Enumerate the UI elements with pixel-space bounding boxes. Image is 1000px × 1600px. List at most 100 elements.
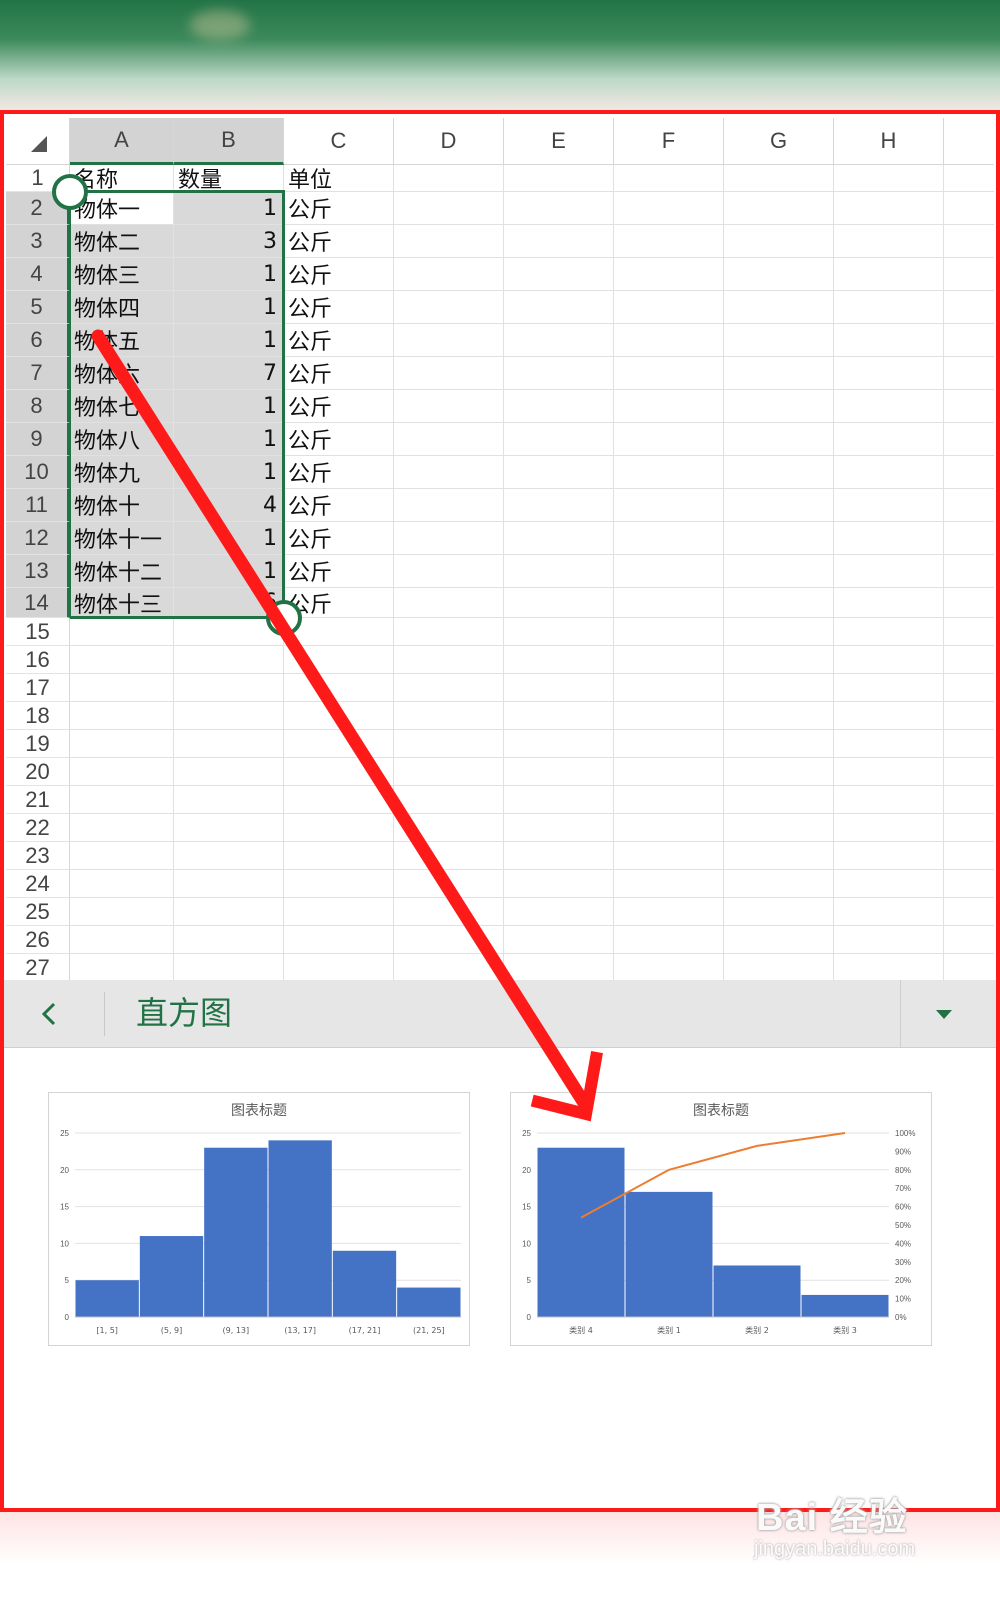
cell-g17[interactable] (724, 674, 834, 702)
cell-e21[interactable] (504, 786, 614, 814)
cell-e16[interactable] (504, 646, 614, 674)
cell-g16[interactable] (724, 646, 834, 674)
cell-e20[interactable] (504, 758, 614, 786)
cell-g3[interactable] (724, 225, 834, 258)
column-header-a[interactable]: A (70, 118, 174, 165)
cell-g22[interactable] (724, 814, 834, 842)
cell-a23[interactable] (70, 842, 174, 870)
cell-i15[interactable] (944, 618, 994, 646)
cell-b16[interactable] (174, 646, 284, 674)
cell-c11[interactable]: 公斤 (284, 489, 394, 522)
cell-d22[interactable] (394, 814, 504, 842)
cell-a19[interactable] (70, 730, 174, 758)
cell-d14[interactable] (394, 588, 504, 618)
cell-i17[interactable] (944, 674, 994, 702)
cell-i20[interactable] (944, 758, 994, 786)
pareto-chart-option[interactable]: 图表标题 0 5 10 15 20 25 类别 4 类别 1 类别 2 类别 3 0% 10% 20% 30… (510, 1092, 932, 1346)
cell-e13[interactable] (504, 555, 614, 588)
row-header-23[interactable]: 23 (6, 842, 70, 870)
select-all-corner[interactable] (6, 118, 70, 165)
cell-i11[interactable] (944, 489, 994, 522)
cell-i2[interactable] (944, 192, 994, 225)
cell-b21[interactable] (174, 786, 284, 814)
cell-g18[interactable] (724, 702, 834, 730)
cell-g15[interactable] (724, 618, 834, 646)
cell-h9[interactable] (834, 423, 944, 456)
cell-b3[interactable]: 3 (174, 225, 284, 258)
cell-d19[interactable] (394, 730, 504, 758)
row-header-10[interactable]: 10 (6, 456, 70, 489)
column-header-b[interactable]: B (174, 118, 284, 165)
cell-f21[interactable] (614, 786, 724, 814)
cell-g20[interactable] (724, 758, 834, 786)
cell-a15[interactable] (70, 618, 174, 646)
cell-d7[interactable] (394, 357, 504, 390)
cell-d26[interactable] (394, 926, 504, 954)
cell-c24[interactable] (284, 870, 394, 898)
cell-g24[interactable] (724, 870, 834, 898)
cell-i10[interactable] (944, 456, 994, 489)
cell-e19[interactable] (504, 730, 614, 758)
cell-e26[interactable] (504, 926, 614, 954)
cell-d18[interactable] (394, 702, 504, 730)
cell-e18[interactable] (504, 702, 614, 730)
cell-h23[interactable] (834, 842, 944, 870)
cell-a22[interactable] (70, 814, 174, 842)
cell-g5[interactable] (724, 291, 834, 324)
cell-f22[interactable] (614, 814, 724, 842)
cell-h20[interactable] (834, 758, 944, 786)
cell-c1[interactable]: 单位 (284, 165, 394, 192)
cell-f13[interactable] (614, 555, 724, 588)
cell-g12[interactable] (724, 522, 834, 555)
cell-f2[interactable] (614, 192, 724, 225)
cell-a8[interactable]: 物体七 (70, 390, 174, 423)
cell-i21[interactable] (944, 786, 994, 814)
cell-a18[interactable] (70, 702, 174, 730)
cell-g1[interactable] (724, 165, 834, 192)
cell-h7[interactable] (834, 357, 944, 390)
cell-d3[interactable] (394, 225, 504, 258)
cell-b22[interactable] (174, 814, 284, 842)
cell-e10[interactable] (504, 456, 614, 489)
row-header-15[interactable]: 15 (6, 618, 70, 646)
cell-f6[interactable] (614, 324, 724, 357)
cell-e24[interactable] (504, 870, 614, 898)
cell-e15[interactable] (504, 618, 614, 646)
cell-e1[interactable] (504, 165, 614, 192)
cell-d12[interactable] (394, 522, 504, 555)
cell-f16[interactable] (614, 646, 724, 674)
cell-e22[interactable] (504, 814, 614, 842)
cell-b19[interactable] (174, 730, 284, 758)
cell-a7[interactable]: 物体六 (70, 357, 174, 390)
row-header-12[interactable]: 12 (6, 522, 70, 555)
cell-a14[interactable]: 物体十三 (70, 588, 174, 618)
cell-c2[interactable]: 公斤 (284, 192, 394, 225)
cell-c10[interactable]: 公斤 (284, 456, 394, 489)
cell-c12[interactable]: 公斤 (284, 522, 394, 555)
cell-f14[interactable] (614, 588, 724, 618)
cell-a27[interactable] (70, 954, 174, 980)
cell-e9[interactable] (504, 423, 614, 456)
cell-i5[interactable] (944, 291, 994, 324)
cell-h6[interactable] (834, 324, 944, 357)
cell-b23[interactable] (174, 842, 284, 870)
cell-d21[interactable] (394, 786, 504, 814)
cell-e11[interactable] (504, 489, 614, 522)
cell-a20[interactable] (70, 758, 174, 786)
row-header-19[interactable]: 19 (6, 730, 70, 758)
row-header-24[interactable]: 24 (6, 870, 70, 898)
cell-d9[interactable] (394, 423, 504, 456)
cell-f26[interactable] (614, 926, 724, 954)
cell-f27[interactable] (614, 954, 724, 980)
cell-i25[interactable] (944, 898, 994, 926)
cell-c26[interactable] (284, 926, 394, 954)
cell-d2[interactable] (394, 192, 504, 225)
cell-c22[interactable] (284, 814, 394, 842)
row-header-7[interactable]: 7 (6, 357, 70, 390)
column-header-d[interactable]: D (394, 118, 504, 165)
row-header-21[interactable]: 21 (6, 786, 70, 814)
cell-d27[interactable] (394, 954, 504, 980)
cell-c5[interactable]: 公斤 (284, 291, 394, 324)
cell-h2[interactable] (834, 192, 944, 225)
cell-h13[interactable] (834, 555, 944, 588)
